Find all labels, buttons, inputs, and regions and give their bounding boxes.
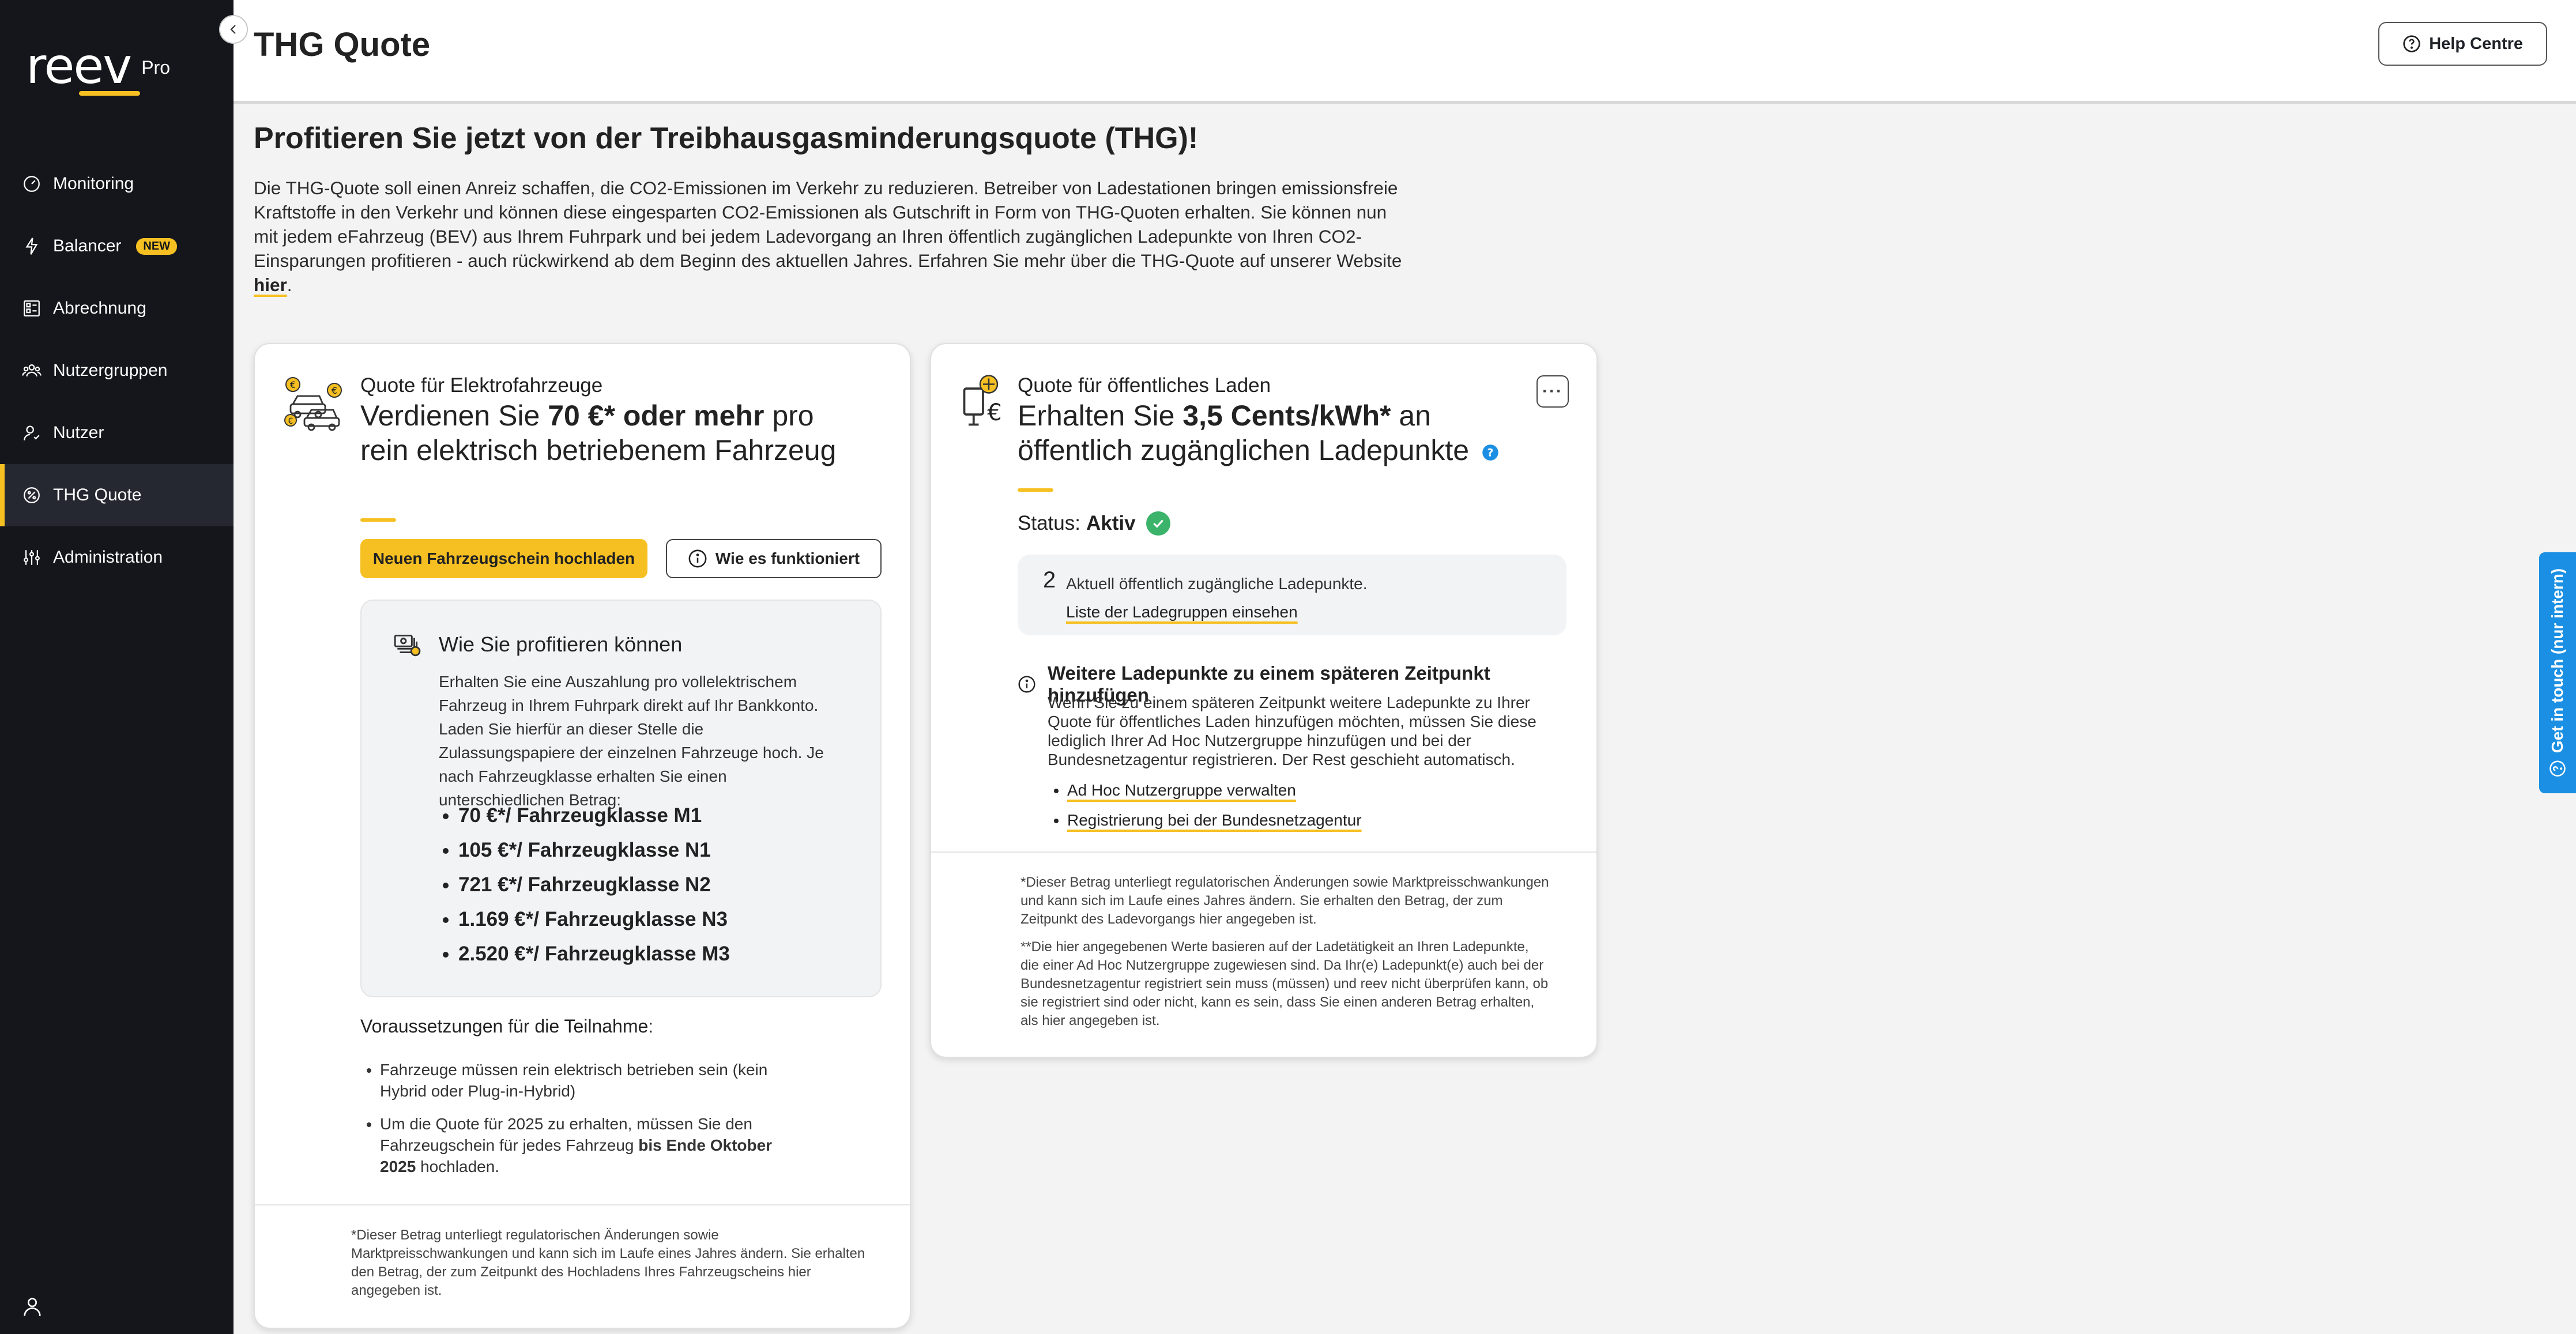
svg-text:€: € <box>288 417 293 426</box>
user-group-icon <box>22 364 42 377</box>
sliders-icon <box>24 550 40 565</box>
tier-item: 1.169 €*/ Fahrzeugklasse N3 <box>458 902 730 937</box>
get-in-touch-label: Get in touch (nur intern) <box>2548 568 2567 777</box>
logo-wordmark: reev <box>26 37 141 96</box>
info-icon <box>688 549 707 568</box>
benefit-title: Wie Sie profitieren können <box>439 632 683 656</box>
accent-underline <box>1018 488 1053 492</box>
help-centre-button[interactable]: Help Centre <box>2378 22 2547 66</box>
help-centre-label: Help Centre <box>2429 34 2523 53</box>
website-link[interactable]: hier <box>254 274 287 295</box>
vehicle-quota-card: € € € Quote für Elektrofahrzeuge Verdien… <box>254 343 911 1329</box>
brand-logo[interactable]: reev Pro <box>26 37 170 96</box>
sidebar-item-label: Nutzergruppen <box>53 361 168 380</box>
vehicle-footnote: *Dieser Betrag unterliegt regulatorische… <box>351 1227 865 1298</box>
percent-leaf-icon <box>24 487 40 503</box>
related-links: Ad Hoc Nutzergruppe verwalten Registrier… <box>1048 775 1362 835</box>
requirements-title: Voraussetzungen für die Teilnahme: <box>360 1016 654 1037</box>
question-circle-icon <box>2403 35 2420 52</box>
card-subtitle: Quote für Elektrofahrzeuge <box>360 374 603 397</box>
sidebar-item-label: Monitoring <box>53 174 134 193</box>
user-icon <box>24 425 40 440</box>
lightning-icon <box>25 238 38 255</box>
sidebar-nav: Monitoring Balancer NEW Abrechnung Nutze… <box>0 153 234 589</box>
view-chargegroups-link[interactable]: Liste der Ladegruppen einsehen <box>1066 603 1298 621</box>
status-value: Aktiv <box>1086 512 1136 534</box>
tier-item: 721 €*/ Fahrzeugklasse N2 <box>458 868 730 902</box>
svg-text:€: € <box>290 379 296 390</box>
sidebar-item-nutzer[interactable]: Nutzer <box>0 402 234 464</box>
collapse-sidebar-button[interactable] <box>219 15 248 44</box>
link-item: Ad Hoc Nutzergruppe verwalten <box>1067 775 1362 805</box>
charging-station-euro-icon: € <box>963 375 1002 426</box>
card-divider <box>255 1204 910 1205</box>
new-badge: NEW <box>136 238 178 255</box>
top-bar: THG Quote Help Centre <box>234 0 2576 104</box>
svg-text:€: € <box>987 400 1001 426</box>
accent-underline <box>360 518 396 522</box>
intro-end: . <box>287 274 292 295</box>
help-tooltip-icon[interactable]: ? <box>1482 444 1499 461</box>
public-charging-card: € Quote für öffentliches Laden ··· Erhal… <box>930 343 1598 1058</box>
status-label: Status: <box>1018 512 1080 534</box>
public-footnote-1: *Dieser Betrag unterliegt regulatorische… <box>1020 875 1549 927</box>
sidebar-item-balancer[interactable]: Balancer NEW <box>0 215 234 277</box>
sidebar-item-label: Nutzer <box>53 423 104 442</box>
info-icon <box>1018 676 1035 693</box>
chargepoint-count-text: Aktuell öffentlich zugängliche Ladepunkt… <box>1066 575 1368 593</box>
requirement-item: Um die Quote für 2025 zu erhalten, müsse… <box>380 1113 807 1177</box>
logo-pro-label: Pro <box>141 57 170 78</box>
page-headline: Profitieren Sie jetzt von der Treibhausg… <box>254 122 1199 155</box>
tier-item: 105 €*/ Fahrzeugklasse N1 <box>458 833 730 868</box>
sidebar-item-monitoring[interactable]: Monitoring <box>0 153 234 215</box>
chargepoint-count: 2 <box>1043 567 1056 593</box>
page-title: THG Quote <box>254 26 431 63</box>
status-row: Status: Aktiv <box>1018 511 1170 536</box>
sidebar-item-administration[interactable]: Administration <box>0 526 234 589</box>
get-in-touch-tab[interactable]: Get in touch (nur intern) <box>2539 552 2576 793</box>
requirement-item: Fahrzeuge müssen rein elektrisch betrieb… <box>380 1059 807 1102</box>
sidebar-item-label: Balancer <box>53 236 122 255</box>
card-subtitle: Quote für öffentliches Laden <box>1018 374 1271 397</box>
sidebar: reev Pro Monitoring Balancer NEW Abrechn… <box>0 0 234 1334</box>
chevron-left-icon <box>230 25 236 34</box>
sidebar-item-label: Abrechnung <box>53 299 146 318</box>
svg-text:€: € <box>332 385 337 396</box>
sidebar-item-label: Administration <box>53 548 163 567</box>
card-title: Verdienen Sie 70 €* oder mehr pro rein e… <box>360 400 837 466</box>
card-title: Erhalten Sie 3,5 Cents/kWh* an öffentlic… <box>1018 398 1536 468</box>
public-footnote-2: **Die hier angegebenen Werte basieren au… <box>1020 939 1549 1028</box>
money-stack-icon <box>394 634 421 657</box>
gauge-icon <box>24 176 40 192</box>
manage-adhoc-group-link[interactable]: Ad Hoc Nutzergruppe verwalten <box>1067 781 1296 799</box>
tier-item: 70 €*/ Fahrzeugklasse M1 <box>458 798 730 833</box>
intro-text: Die THG-Quote soll einen Anreiz schaffen… <box>254 178 1402 271</box>
view-chargegroups-link-wrap: Liste der Ladegruppen einsehen <box>1066 603 1298 621</box>
benefit-text: Erhalten Sie eine Auszahlung pro vollele… <box>439 673 824 809</box>
tier-list: 70 €*/ Fahrzeugklasse M1 105 €*/ Fahrzeu… <box>439 798 730 971</box>
more-options-button[interactable]: ··· <box>1536 375 1569 408</box>
profile-icon[interactable] <box>21 1295 44 1318</box>
check-circle-icon <box>1146 511 1170 536</box>
benefit-box: Wie Sie profitieren können Erhalten Sie … <box>360 600 882 997</box>
sidebar-item-thg-quote[interactable]: THG Quote <box>0 464 234 526</box>
chargepoint-count-box: 2 Aktuell öffentlich zugängliche Ladepun… <box>1018 555 1566 635</box>
invoice-grid-icon <box>24 300 40 316</box>
question-circle-icon <box>2549 760 2566 777</box>
add-chargepoints-text: Wenn Sie zu einem späteren Zeitpunkt wei… <box>1048 694 1536 768</box>
sidebar-item-label: THG Quote <box>53 485 142 504</box>
card-divider <box>931 851 1596 853</box>
link-item: Registrierung bei der Bundesnetzagentur <box>1067 805 1362 835</box>
intro-paragraph: Die THG-Quote soll einen Anreiz schaffen… <box>254 176 1407 297</box>
upload-registration-button[interactable]: Neuen Fahrzeugschein hochladen <box>360 539 647 578</box>
how-it-works-label: Wie es funktioniert <box>715 549 860 567</box>
tier-item: 2.520 €*/ Fahrzeugklasse M3 <box>458 937 730 971</box>
requirements-list: Fahrzeuge müssen rein elektrisch betrieb… <box>360 1059 807 1189</box>
svg-text:?: ? <box>1487 447 1494 459</box>
bundesnetzagentur-registration-link[interactable]: Registrierung bei der Bundesnetzagentur <box>1067 811 1362 829</box>
sidebar-item-abrechnung[interactable]: Abrechnung <box>0 277 234 340</box>
cars-coins-icon: € € € <box>284 377 342 431</box>
sidebar-item-nutzergruppen[interactable]: Nutzergruppen <box>0 340 234 402</box>
how-it-works-button[interactable]: Wie es funktioniert <box>666 539 882 578</box>
